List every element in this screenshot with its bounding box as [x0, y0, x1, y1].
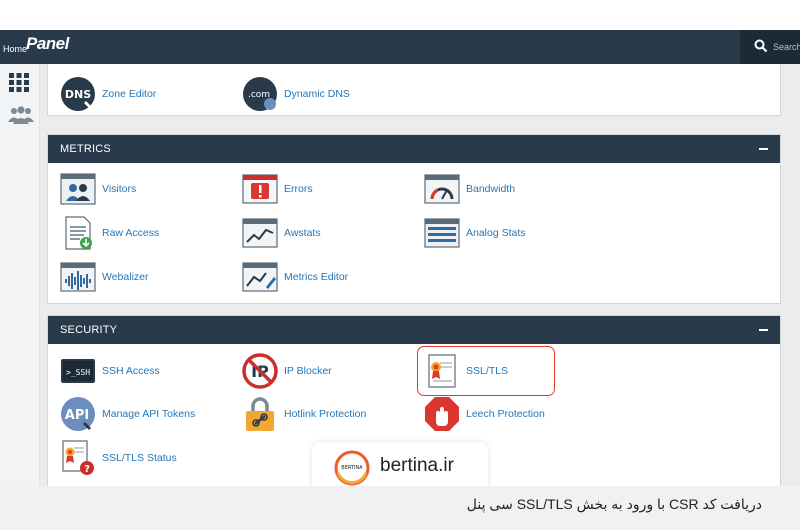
- main-content: DNS Zone Editor .com Dynamic DNS METRICS: [40, 64, 800, 486]
- errors-link[interactable]: Errors: [242, 171, 313, 207]
- manage-api-tokens-link[interactable]: API Manage API Tokens: [60, 396, 195, 432]
- item-label: Leech Protection: [466, 408, 545, 420]
- ssl-tls-link[interactable]: SSL/TLS: [424, 353, 508, 389]
- svg-text:API: API: [65, 408, 89, 423]
- watermark-text: bertina.ir: [380, 455, 454, 476]
- webalizer-link[interactable]: Webalizer: [60, 259, 149, 295]
- dynamic-dns-link[interactable]: .com Dynamic DNS: [242, 76, 350, 112]
- ssl-tls-status-link[interactable]: ? SSL/TLS Status: [60, 440, 177, 476]
- svg-text:?: ?: [84, 464, 90, 475]
- item-label: Manage API Tokens: [102, 408, 196, 420]
- item-label: Visitors: [102, 183, 137, 195]
- cpanel-logo[interactable]: Panel: [26, 34, 69, 54]
- item-label: Zone Editor: [102, 88, 157, 100]
- caption-bar: دریافت کد CSR با ورود به بخش SSL/TLS سی …: [0, 486, 800, 530]
- dns-icon: DNS: [61, 77, 95, 111]
- api-icon: API: [61, 397, 95, 431]
- item-label: SSL/TLS: [466, 365, 509, 377]
- visitors-link[interactable]: Visitors: [60, 171, 136, 207]
- ssh-icon: >_SSH: [61, 359, 95, 383]
- leech-icon: [425, 397, 459, 431]
- errors-icon: [242, 174, 278, 204]
- ip-blocker-link[interactable]: IP IP Blocker: [242, 353, 332, 389]
- item-label: Bandwidth: [466, 183, 516, 195]
- domains-panel: DNS Zone Editor .com Dynamic DNS: [47, 64, 781, 116]
- collapse-button[interactable]: [759, 148, 768, 150]
- awstats-link[interactable]: Awstats: [242, 215, 321, 251]
- left-sidebar: [0, 64, 40, 486]
- badge-text: BERTINA: [341, 465, 363, 471]
- item-label: Awstats: [284, 227, 321, 239]
- analog-stats-link[interactable]: Analog Stats: [424, 215, 526, 251]
- bertina-logo-icon: BERTINA: [334, 450, 370, 486]
- raw-access-link[interactable]: Raw Access: [60, 215, 159, 251]
- panel-title: METRICS: [60, 143, 111, 155]
- item-label: Analog Stats: [466, 227, 526, 239]
- svg-text:>_SSH: >_SSH: [66, 368, 90, 377]
- dynamic-dns-icon: .com: [243, 77, 277, 111]
- search-input[interactable]: Search: [773, 42, 800, 52]
- hotlink-icon: [246, 397, 274, 431]
- item-label: Raw Access: [102, 227, 160, 239]
- item-label: Metrics Editor: [284, 271, 349, 283]
- item-label: Webalizer: [102, 271, 149, 283]
- analog-stats-icon: [424, 218, 460, 248]
- item-label: Hotlink Protection: [284, 408, 367, 420]
- search-icon[interactable]: [754, 39, 768, 53]
- users-icon[interactable]: [8, 106, 34, 126]
- bandwidth-link[interactable]: Bandwidth: [424, 171, 515, 207]
- bandwidth-icon: [424, 174, 460, 204]
- ip-blocker-icon: IP: [242, 353, 278, 389]
- item-label: SSL/TLS Status: [102, 452, 177, 464]
- metrics-editor-link[interactable]: Metrics Editor: [242, 259, 348, 295]
- raw-access-icon: [65, 216, 92, 250]
- security-header[interactable]: SECURITY: [48, 316, 780, 344]
- item-label: IP Blocker: [284, 365, 332, 377]
- metrics-header[interactable]: METRICS: [48, 135, 780, 163]
- visitors-icon: [60, 173, 96, 205]
- svg-text:.com: .com: [248, 90, 270, 100]
- ssl-status-icon: ?: [62, 440, 94, 475]
- search-box[interactable]: Search: [740, 30, 800, 64]
- awstats-icon: [242, 218, 278, 248]
- ssh-access-link[interactable]: >_SSH SSH Access: [60, 353, 160, 389]
- webalizer-icon: [60, 262, 96, 292]
- leech-protection-link[interactable]: Leech Protection: [424, 396, 545, 432]
- caption-text: دریافت کد CSR با ورود به بخش SSL/TLS سی …: [466, 496, 762, 512]
- metrics-panel: METRICS Visitors Errors Bandwidth Raw Ac…: [47, 134, 781, 304]
- item-label: Dynamic DNS: [284, 88, 350, 100]
- svg-text:DNS: DNS: [65, 88, 91, 101]
- hotlink-protection-link[interactable]: Hotlink Protection: [242, 396, 366, 432]
- item-label: Errors: [284, 183, 313, 195]
- grid-icon[interactable]: [8, 72, 30, 92]
- collapse-button[interactable]: [759, 329, 768, 331]
- ssl-tls-icon: [428, 354, 456, 388]
- home-link[interactable]: Home: [3, 44, 27, 54]
- top-navbar: Home Panel Search: [0, 30, 800, 64]
- panel-title: SECURITY: [60, 324, 118, 336]
- zone-editor-link[interactable]: DNS Zone Editor: [60, 76, 156, 112]
- metrics-editor-icon: [242, 262, 278, 292]
- item-label: SSH Access: [102, 365, 160, 377]
